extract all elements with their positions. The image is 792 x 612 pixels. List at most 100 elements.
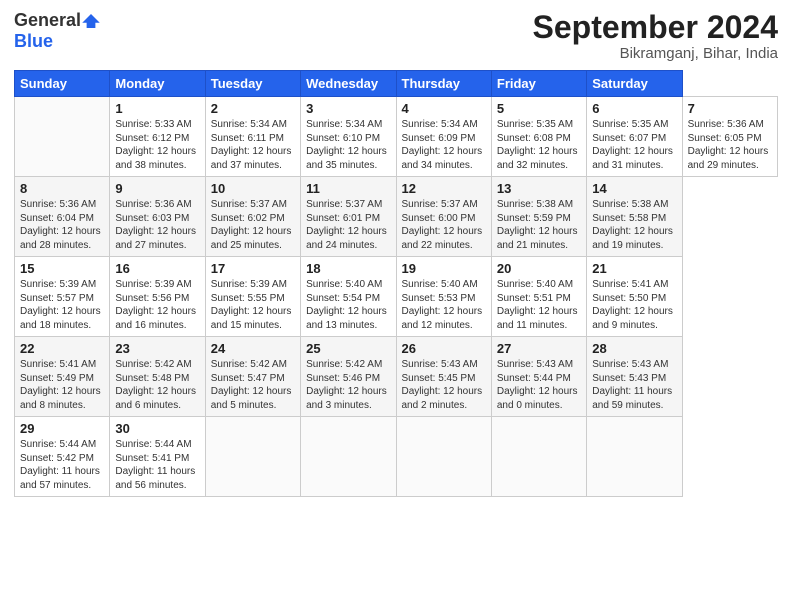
day-cell-21: 21 Sunrise: 5:41 AMSunset: 5:50 PMDaylig… [587,257,682,337]
day-info: Sunrise: 5:42 AMSunset: 5:48 PMDaylight:… [115,359,196,411]
weekday-header-wednesday: Wednesday [301,71,396,97]
day-info: Sunrise: 5:43 AMSunset: 5:43 PMDaylight:… [592,359,672,411]
day-info: Sunrise: 5:39 AMSunset: 5:57 PMDaylight:… [20,279,101,331]
week-row-5: 29 Sunrise: 5:44 AMSunset: 5:42 PMDaylig… [15,417,778,497]
day-number: 27 [497,341,581,356]
day-cell-3: 3 Sunrise: 5:34 AMSunset: 6:10 PMDayligh… [301,97,396,177]
empty-cell [587,417,682,497]
day-cell-27: 27 Sunrise: 5:43 AMSunset: 5:44 PMDaylig… [491,337,586,417]
day-cell-8: 8 Sunrise: 5:36 AMSunset: 6:04 PMDayligh… [15,177,110,257]
day-cell-23: 23 Sunrise: 5:42 AMSunset: 5:48 PMDaylig… [110,337,205,417]
day-cell-7: 7 Sunrise: 5:36 AMSunset: 6:05 PMDayligh… [682,97,777,177]
day-info: Sunrise: 5:35 AMSunset: 6:08 PMDaylight:… [497,119,578,171]
day-cell-25: 25 Sunrise: 5:42 AMSunset: 5:46 PMDaylig… [301,337,396,417]
day-info: Sunrise: 5:44 AMSunset: 5:42 PMDaylight:… [20,439,100,491]
day-number: 16 [115,261,199,276]
day-cell-30: 30 Sunrise: 5:44 AMSunset: 5:41 PMDaylig… [110,417,205,497]
week-row-2: 8 Sunrise: 5:36 AMSunset: 6:04 PMDayligh… [15,177,778,257]
empty-cell [491,417,586,497]
day-cell-29: 29 Sunrise: 5:44 AMSunset: 5:42 PMDaylig… [15,417,110,497]
week-row-4: 22 Sunrise: 5:41 AMSunset: 5:49 PMDaylig… [15,337,778,417]
calendar-table: SundayMondayTuesdayWednesdayThursdayFrid… [14,70,778,497]
day-number: 25 [306,341,390,356]
logo-blue-text: Blue [14,31,53,52]
day-number: 17 [211,261,295,276]
day-cell-20: 20 Sunrise: 5:40 AMSunset: 5:51 PMDaylig… [491,257,586,337]
day-cell-10: 10 Sunrise: 5:37 AMSunset: 6:02 PMDaylig… [205,177,300,257]
day-info: Sunrise: 5:43 AMSunset: 5:44 PMDaylight:… [497,359,578,411]
weekday-header-sunday: Sunday [15,71,110,97]
empty-cell [396,417,491,497]
day-number: 11 [306,181,390,196]
day-info: Sunrise: 5:39 AMSunset: 5:56 PMDaylight:… [115,279,196,331]
day-info: Sunrise: 5:37 AMSunset: 6:01 PMDaylight:… [306,199,387,251]
day-number: 23 [115,341,199,356]
day-number: 29 [20,421,104,436]
day-info: Sunrise: 5:41 AMSunset: 5:50 PMDaylight:… [592,279,673,331]
day-cell-15: 15 Sunrise: 5:39 AMSunset: 5:57 PMDaylig… [15,257,110,337]
day-info: Sunrise: 5:42 AMSunset: 5:47 PMDaylight:… [211,359,292,411]
day-info: Sunrise: 5:40 AMSunset: 5:53 PMDaylight:… [402,279,483,331]
day-info: Sunrise: 5:38 AMSunset: 5:59 PMDaylight:… [497,199,578,251]
day-number: 26 [402,341,486,356]
day-cell-11: 11 Sunrise: 5:37 AMSunset: 6:01 PMDaylig… [301,177,396,257]
weekday-header-thursday: Thursday [396,71,491,97]
day-info: Sunrise: 5:40 AMSunset: 5:51 PMDaylight:… [497,279,578,331]
day-number: 15 [20,261,104,276]
day-cell-19: 19 Sunrise: 5:40 AMSunset: 5:53 PMDaylig… [396,257,491,337]
day-number: 24 [211,341,295,356]
day-info: Sunrise: 5:40 AMSunset: 5:54 PMDaylight:… [306,279,387,331]
day-info: Sunrise: 5:34 AMSunset: 6:11 PMDaylight:… [211,119,292,171]
day-number: 9 [115,181,199,196]
day-number: 13 [497,181,581,196]
empty-cell [205,417,300,497]
day-info: Sunrise: 5:34 AMSunset: 6:10 PMDaylight:… [306,119,387,171]
day-number: 10 [211,181,295,196]
title-block: September 2024 Bikramganj, Bihar, India [533,10,778,62]
day-number: 8 [20,181,104,196]
day-info: Sunrise: 5:34 AMSunset: 6:09 PMDaylight:… [402,119,483,171]
day-number: 20 [497,261,581,276]
day-info: Sunrise: 5:41 AMSunset: 5:49 PMDaylight:… [20,359,101,411]
day-info: Sunrise: 5:37 AMSunset: 6:02 PMDaylight:… [211,199,292,251]
day-number: 18 [306,261,390,276]
location: Bikramganj, Bihar, India [533,45,778,62]
day-number: 14 [592,181,676,196]
day-number: 6 [592,101,676,116]
weekday-header-saturday: Saturday [587,71,682,97]
day-info: Sunrise: 5:38 AMSunset: 5:58 PMDaylight:… [592,199,673,251]
month-title: September 2024 [533,10,778,45]
day-cell-28: 28 Sunrise: 5:43 AMSunset: 5:43 PMDaylig… [587,337,682,417]
day-info: Sunrise: 5:39 AMSunset: 5:55 PMDaylight:… [211,279,292,331]
day-cell-13: 13 Sunrise: 5:38 AMSunset: 5:59 PMDaylig… [491,177,586,257]
logo-icon [82,14,100,28]
day-cell-18: 18 Sunrise: 5:40 AMSunset: 5:54 PMDaylig… [301,257,396,337]
weekday-header-friday: Friday [491,71,586,97]
day-number: 19 [402,261,486,276]
weekday-header-row: SundayMondayTuesdayWednesdayThursdayFrid… [15,71,778,97]
day-number: 5 [497,101,581,116]
day-number: 28 [592,341,676,356]
day-number: 21 [592,261,676,276]
day-cell-1: 1 Sunrise: 5:33 AMSunset: 6:12 PMDayligh… [110,97,205,177]
empty-cell [301,417,396,497]
day-cell-14: 14 Sunrise: 5:38 AMSunset: 5:58 PMDaylig… [587,177,682,257]
day-info: Sunrise: 5:36 AMSunset: 6:05 PMDaylight:… [688,119,769,171]
logo: General Blue [14,10,100,52]
day-info: Sunrise: 5:43 AMSunset: 5:45 PMDaylight:… [402,359,483,411]
week-row-1: 1 Sunrise: 5:33 AMSunset: 6:12 PMDayligh… [15,97,778,177]
day-info: Sunrise: 5:36 AMSunset: 6:04 PMDaylight:… [20,199,101,251]
empty-cell [15,97,110,177]
day-cell-26: 26 Sunrise: 5:43 AMSunset: 5:45 PMDaylig… [396,337,491,417]
day-info: Sunrise: 5:33 AMSunset: 6:12 PMDaylight:… [115,119,196,171]
day-info: Sunrise: 5:35 AMSunset: 6:07 PMDaylight:… [592,119,673,171]
day-number: 22 [20,341,104,356]
day-info: Sunrise: 5:44 AMSunset: 5:41 PMDaylight:… [115,439,195,491]
day-cell-17: 17 Sunrise: 5:39 AMSunset: 5:55 PMDaylig… [205,257,300,337]
day-cell-12: 12 Sunrise: 5:37 AMSunset: 6:00 PMDaylig… [396,177,491,257]
day-cell-6: 6 Sunrise: 5:35 AMSunset: 6:07 PMDayligh… [587,97,682,177]
day-number: 12 [402,181,486,196]
day-number: 2 [211,101,295,116]
logo-general-text: General [14,10,81,31]
day-number: 4 [402,101,486,116]
